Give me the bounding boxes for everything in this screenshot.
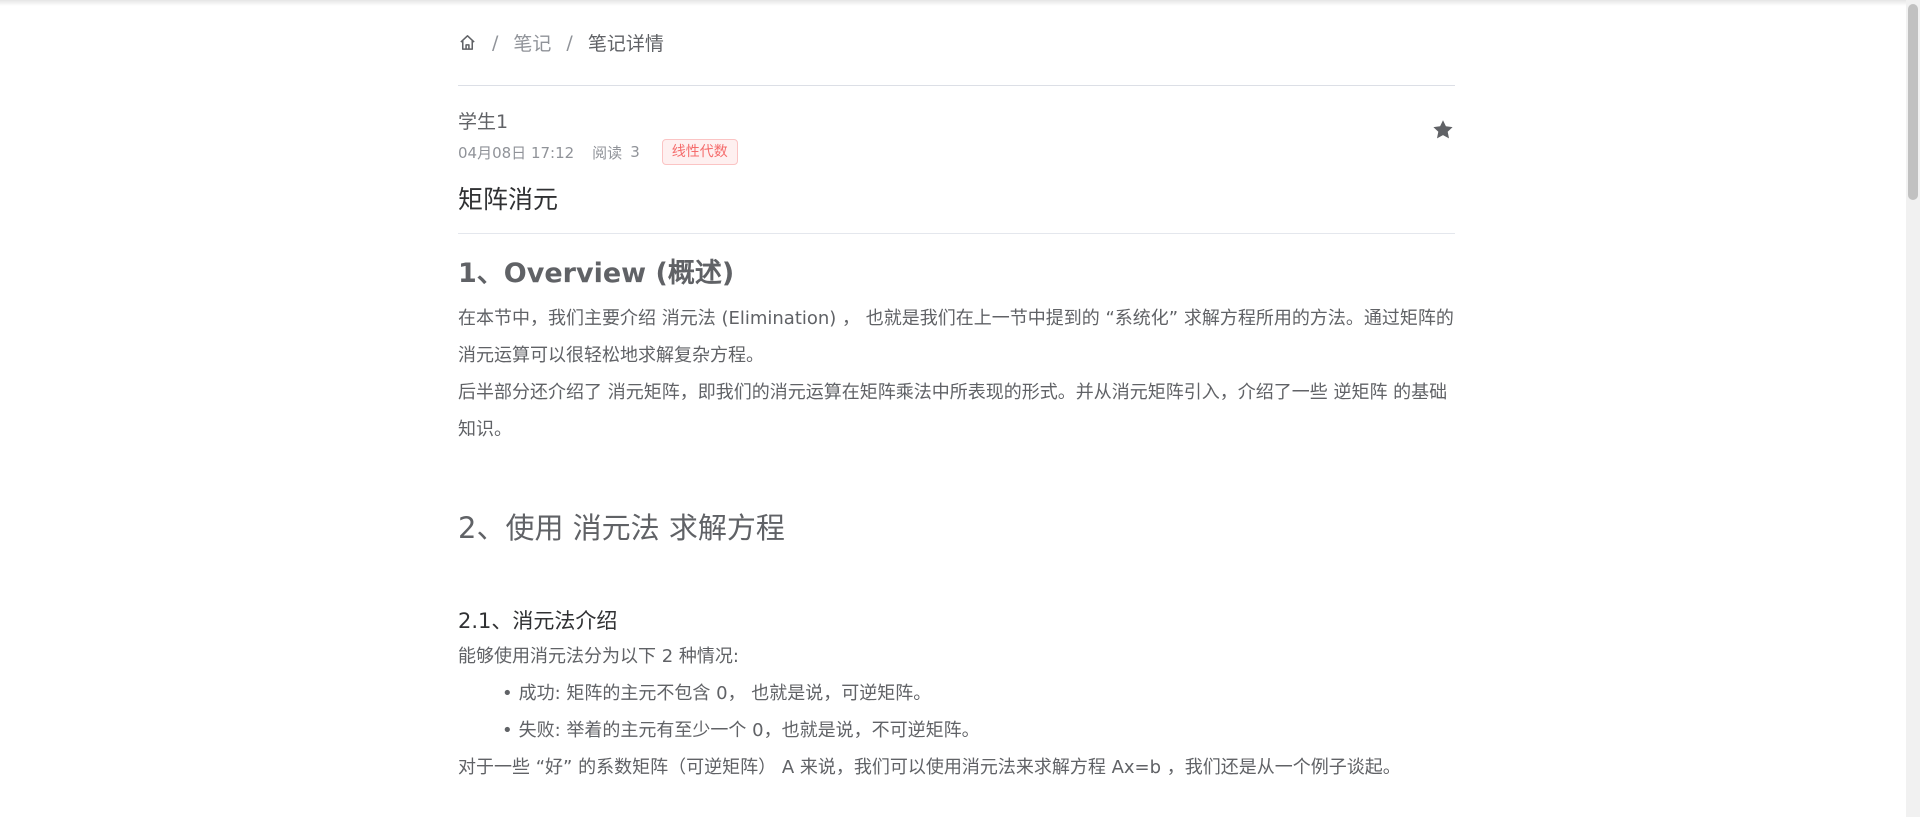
list-item: • 失败: 举着的主元有至少一个 0，也就是说，不可逆矩阵。 <box>502 712 1455 749</box>
category-tag[interactable]: 线性代数 <box>661 139 738 165</box>
bullet-icon: • <box>502 683 513 704</box>
list-item: • 成功: 矩阵的主元不包含 0， 也就是说，可逆矩阵。 <box>502 675 1455 712</box>
note-detail: / 笔记 / 笔记详情 学生1 04月08日 17:12 阅读 3 线性代数 矩… <box>458 0 1455 786</box>
breadcrumb-separator: / <box>566 31 573 54</box>
list-item-text: 失败: 举着的主元有至少一个 0，也就是说，不可逆矩阵。 <box>518 720 980 741</box>
paragraph: 能够使用消元法分为以下 2 种情况: <box>458 646 739 667</box>
note-title: 矩阵消元 <box>458 176 1455 234</box>
meta-line: 04月08日 17:12 阅读 3 线性代数 <box>458 139 1455 165</box>
author-name[interactable]: 学生1 <box>458 111 1455 133</box>
publish-date: 04月08日 17:12 <box>458 143 575 162</box>
paragraph: 对于一些 “好” 的系数矩阵（可逆矩阵） A 来说，我们可以使用消元法来求解方程… <box>458 757 1401 778</box>
bullet-list: • 成功: 矩阵的主元不包含 0， 也就是说，可逆矩阵。 • 失败: 举着的主元有至… <box>502 675 1455 749</box>
list-item-text: 成功: 矩阵的主元不包含 0， 也就是说，可逆矩阵。 <box>518 683 932 704</box>
breadcrumb-current: 笔记详情 <box>587 33 664 55</box>
read-label: 阅读 <box>592 143 623 162</box>
vertical-scrollbar[interactable] <box>1906 0 1920 817</box>
paragraph: 在本节中，我们主要介绍 消元法 (Elimination) ， 也就是我们在上一… <box>458 308 1454 366</box>
star-icon[interactable] <box>1431 118 1455 142</box>
bullet-icon: • <box>502 720 513 741</box>
subsection-heading: 2.1、消元法介绍 <box>458 609 618 633</box>
section-heading-elimination: 2、使用 消元法 求解方程 <box>458 511 785 545</box>
breadcrumb-separator: / <box>492 31 499 54</box>
home-icon[interactable] <box>458 33 477 52</box>
scrollbar-thumb[interactable] <box>1908 4 1918 200</box>
breadcrumb: / 笔记 / 笔记详情 <box>458 0 1455 86</box>
breadcrumb-notes-link[interactable]: 笔记 <box>513 29 551 56</box>
note-content: 1、Overview (概述) 在本节中，我们主要介绍 消元法 (Elimina… <box>458 234 1455 786</box>
paragraph: 后半部分还介绍了 消元矩阵，即我们的消元运算在矩阵乘法中所表现的形式。并从消元矩… <box>458 382 1448 440</box>
read-count: 3 <box>630 143 640 161</box>
section-heading-overview: 1、Overview (概述) <box>458 258 735 289</box>
note-meta: 学生1 04月08日 17:12 阅读 3 线性代数 <box>458 86 1455 176</box>
